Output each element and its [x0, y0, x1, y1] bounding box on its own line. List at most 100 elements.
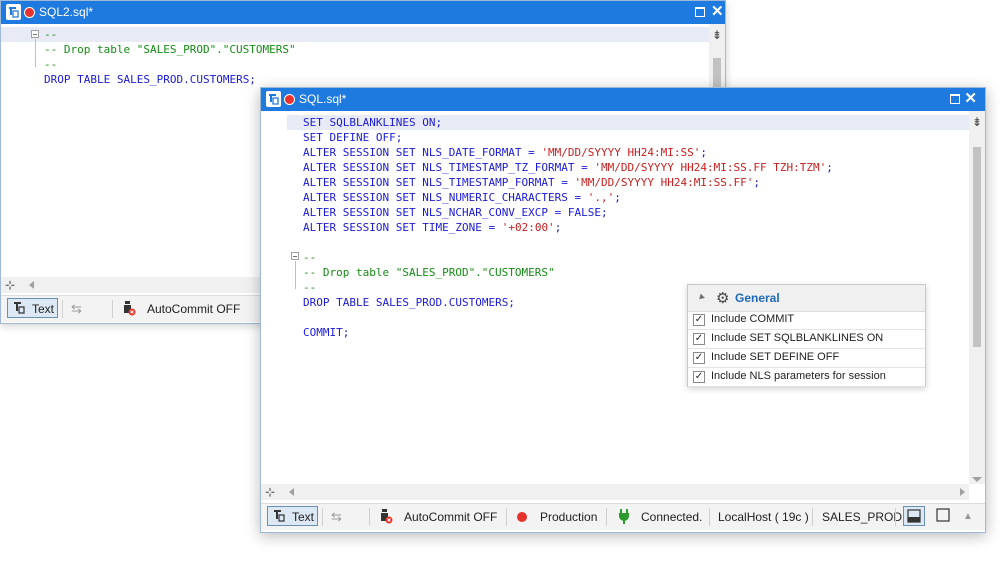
code-token: '.,' — [587, 191, 615, 204]
schema-label[interactable]: SALES_PROD — [822, 508, 902, 526]
popup-header-label: General — [735, 291, 780, 305]
code-token: ; — [700, 146, 708, 159]
code-line[interactable]: SET DEFINE OFF; — [303, 130, 833, 145]
option-checkbox[interactable]: ✓ — [693, 371, 705, 383]
scroll-left-icon[interactable] — [29, 281, 34, 289]
vertical-scrollbar[interactable]: ⇟ — [969, 111, 985, 484]
option-label[interactable]: Include NLS parameters for session — [711, 370, 886, 382]
code-token: DROP TABLE — [44, 73, 117, 86]
horizontal-scrollbar[interactable]: ⊹ — [1, 277, 261, 293]
code-token: ; — [554, 221, 562, 234]
code-token: -- — [44, 58, 58, 71]
option-row[interactable]: ✓ Include SET DEFINE OFF — [688, 349, 925, 368]
divider — [895, 508, 896, 526]
option-checkbox[interactable]: ✓ — [693, 314, 705, 326]
text-mode-label: Text — [292, 510, 315, 524]
code-token: SET DEFINE OFF; — [303, 131, 403, 144]
host-label[interactable]: LocalHost ( 19c ) — [718, 508, 809, 526]
code-text[interactable]: -- -- Drop table "SALES_PROD"."CUSTOMERS"… — [44, 27, 296, 87]
code-token: NLS_NUMERIC_CHARACTERS = — [422, 191, 588, 204]
code-token: 'MM/DD/SYYYY HH24:MI:SS.FF TZH:TZM' — [594, 161, 827, 174]
maximize-button[interactable] — [695, 7, 705, 17]
code-line[interactable]: SET SQLBLANKLINES ON; — [303, 115, 833, 130]
fold-guide — [295, 261, 296, 289]
horizontal-split-icon[interactable]: ⊹ — [5, 278, 15, 292]
code-token: '+02:00' — [501, 221, 555, 234]
connection-status-label[interactable]: Connected. — [641, 508, 702, 526]
script-options-popup: ⚙ General ✓ Include COMMIT ✓ Include SET SQ… — [687, 284, 926, 387]
code-line[interactable] — [303, 235, 833, 250]
horizontal-split-icon[interactable]: ⊹ — [265, 485, 275, 499]
transpose-icon[interactable]: ⇆ — [331, 508, 342, 526]
code-token: -- — [303, 281, 317, 294]
option-row[interactable]: ✓ Include NLS parameters for session — [688, 368, 925, 387]
option-label[interactable]: Include SET DEFINE OFF — [711, 351, 839, 363]
fold-toggle-icon[interactable] — [291, 252, 299, 260]
code-line[interactable]: ALTER SESSION SET NLS_TIMESTAMP_FORMAT =… — [303, 175, 833, 190]
sql-status-bar: Text ⇆ AutoCommit OFF Production Connect… — [261, 503, 985, 530]
option-row[interactable]: ✓ Include COMMIT — [688, 311, 925, 330]
code-line[interactable]: ALTER SESSION SET NLS_DATE_FORMAT = 'MM/… — [303, 145, 833, 160]
autocommit-icon[interactable] — [122, 300, 136, 318]
code-token: NLS_NCHAR_CONV_EXCP = FALSE; — [422, 206, 608, 219]
divider — [709, 508, 710, 526]
divider — [606, 508, 607, 526]
layout-bottom-icon — [907, 509, 921, 523]
autocommit-label[interactable]: AutoCommit OFF — [147, 300, 240, 318]
code-line[interactable]: ALTER SESSION SET NLS_NCHAR_CONV_EXCP = … — [303, 205, 833, 220]
code-token: ALTER SESSION SET — [303, 176, 423, 189]
autocommit-label[interactable]: AutoCommit OFF — [404, 508, 497, 526]
split-handle-icon[interactable]: ⇟ — [972, 115, 982, 129]
sql-document-icon — [266, 91, 281, 107]
code-token: 'MM/DD/SYYYY HH24:MI:SS.FF' — [574, 176, 754, 189]
autocommit-icon[interactable] — [379, 508, 393, 526]
collapse-triangle-icon[interactable] — [697, 293, 705, 302]
option-row[interactable]: ✓ Include SET SQLBLANKLINES ON — [688, 330, 925, 349]
sql2-status-bar: Text ⇆ AutoCommit OFF — [1, 295, 261, 322]
sql2-title-bar[interactable]: SQL2.sql* ✕ — [1, 1, 725, 24]
close-button[interactable]: ✕ — [711, 4, 724, 20]
code-line[interactable]: -- — [44, 57, 296, 72]
unsaved-indicator-icon — [24, 7, 35, 18]
option-label[interactable]: Include SET SQLBLANKLINES ON — [711, 332, 883, 344]
code-line[interactable]: ALTER SESSION SET TIME_ZONE = '+02:00'; — [303, 220, 833, 235]
code-line[interactable]: ALTER SESSION SET NLS_TIMESTAMP_TZ_FORMA… — [303, 160, 833, 175]
maximize-button[interactable] — [950, 94, 960, 104]
layout-none-icon — [936, 508, 950, 522]
fold-toggle-icon[interactable] — [31, 30, 39, 38]
code-token: SALES_PROD.CUSTOMERS; — [375, 296, 515, 309]
code-line[interactable]: ALTER SESSION SET NLS_NUMERIC_CHARACTERS… — [303, 190, 833, 205]
option-checkbox[interactable]: ✓ — [693, 333, 705, 345]
layout-bottom-button[interactable] — [903, 506, 925, 526]
split-handle-icon[interactable]: ⇟ — [712, 28, 722, 42]
transpose-icon[interactable]: ⇆ — [71, 300, 82, 318]
code-token: NLS_DATE_FORMAT = — [422, 146, 542, 159]
scroll-down-icon[interactable] — [972, 477, 982, 482]
text-mode-icon — [273, 508, 285, 526]
code-line[interactable]: -- — [303, 250, 833, 265]
code-line[interactable]: -- Drop table "SALES_PROD"."CUSTOMERS" — [303, 265, 833, 280]
code-line[interactable]: -- Drop table "SALES_PROD"."CUSTOMERS" — [44, 42, 296, 57]
code-token: -- Drop table "SALES_PROD"."CUSTOMERS" — [303, 266, 555, 279]
sql-title-bar[interactable]: SQL.sql* ✕ — [261, 88, 985, 111]
divider — [369, 508, 370, 526]
horizontal-scrollbar[interactable]: ⊹ — [261, 484, 969, 500]
option-checkbox[interactable]: ✓ — [693, 352, 705, 364]
chevron-up-icon[interactable]: ▲ — [963, 508, 973, 526]
code-token: -- Drop table "SALES_PROD"."CUSTOMERS" — [44, 43, 296, 56]
layout-none-button[interactable] — [933, 506, 955, 526]
code-token: NLS_TIMESTAMP_FORMAT = — [422, 176, 575, 189]
close-button[interactable]: ✕ — [964, 91, 977, 107]
scroll-left-icon[interactable] — [289, 488, 294, 496]
option-label[interactable]: Include COMMIT — [711, 313, 794, 325]
code-token: -- — [44, 28, 58, 41]
code-token: ALTER SESSION SET — [303, 206, 423, 219]
scroll-right-icon[interactable] — [960, 488, 965, 496]
code-token: ALTER SESSION SET — [303, 161, 423, 174]
scroll-thumb[interactable] — [973, 147, 981, 347]
environment-label[interactable]: Production — [540, 508, 597, 526]
code-line[interactable]: DROP TABLE SALES_PROD.CUSTOMERS; — [44, 72, 296, 87]
text-mode-label: Text — [32, 302, 55, 316]
popup-header[interactable]: ⚙ General — [688, 285, 925, 312]
code-line[interactable]: -- — [44, 27, 296, 42]
